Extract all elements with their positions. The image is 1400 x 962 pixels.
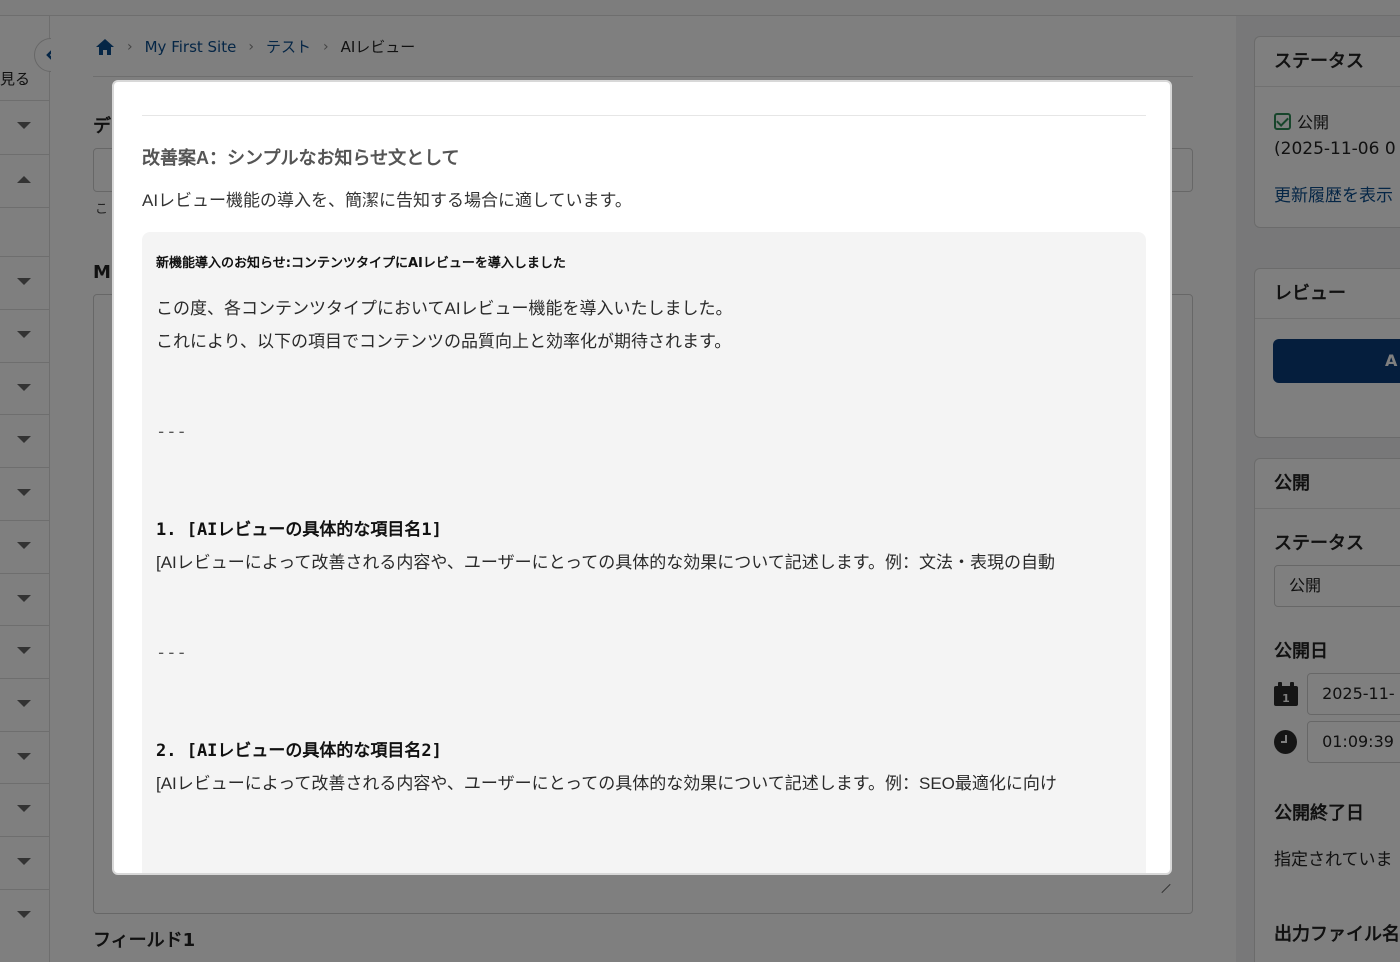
result-item-title: 1. [AIレビューの具体的な項目名1] — [156, 520, 442, 540]
result-item-title: 2. [AIレビューの具体的な項目名2] — [156, 741, 442, 761]
result-item-body: [AIレビューによって改善される内容や、ユーザーにとっての具体的な効果について記… — [156, 553, 1056, 572]
proposal-content: 新機能導入のお知らせ:コンテンツタイプにAIレビューを導入しました この度、各コ… — [142, 232, 1146, 875]
result-divider: --- — [156, 643, 187, 663]
proposal-description: AIレビュー機能の導入を、簡潔に告知する場合に適しています。 — [142, 191, 632, 210]
divider — [142, 115, 1146, 116]
proposal-title: 改善案A：シンプルなお知らせ文として — [142, 148, 460, 168]
result-intro-line: この度、各コンテンツタイプにおいてAIレビュー機能を導入いたしました。 — [156, 299, 733, 318]
result-divider: --- — [156, 422, 187, 442]
result-item-body: [AIレビューによって改善される内容や、ユーザーにとっての具体的な効果について記… — [156, 774, 1057, 793]
ai-review-modal: 改善案A：シンプルなお知らせ文として AIレビュー機能の導入を、簡潔に告知する場… — [112, 80, 1172, 875]
result-intro-line: これにより、以下の項目でコンテンツの品質向上と効率化が期待されます。 — [156, 332, 732, 351]
result-divider: --- — [156, 864, 187, 875]
result-heading: 新機能導入のお知らせ:コンテンツタイプにAIレビューを導入しました — [156, 256, 566, 271]
